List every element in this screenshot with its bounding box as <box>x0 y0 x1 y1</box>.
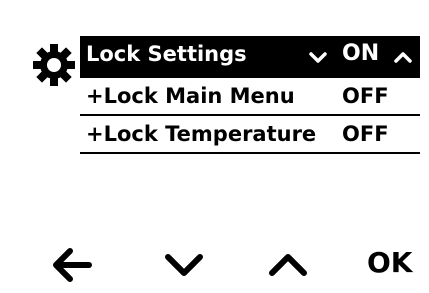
chevron-up-icon[interactable] <box>266 243 310 287</box>
gear-icon <box>33 44 75 86</box>
chevron-down-icon[interactable] <box>162 243 206 287</box>
arrow-left-icon[interactable] <box>50 243 94 287</box>
lock-temperature-row[interactable]: +Lock Temperature OFF <box>80 116 420 154</box>
lock-main-menu-row[interactable]: +Lock Main Menu OFF <box>80 78 420 116</box>
lock-temperature-value: OFF <box>342 122 389 146</box>
lock-main-menu-value: OFF <box>342 84 389 108</box>
lock-settings-value: ON <box>342 41 380 66</box>
lock-temperature-label: +Lock Temperature <box>86 122 317 146</box>
ok-button[interactable]: OK <box>367 246 413 279</box>
lock-settings-row[interactable]: Lock Settings ON <box>80 36 420 78</box>
chevron-down-icon[interactable] <box>305 44 331 70</box>
lock-main-menu-label: +Lock Main Menu <box>86 84 295 108</box>
chevron-up-icon[interactable] <box>390 44 416 70</box>
lock-settings-label: Lock Settings <box>86 42 247 66</box>
